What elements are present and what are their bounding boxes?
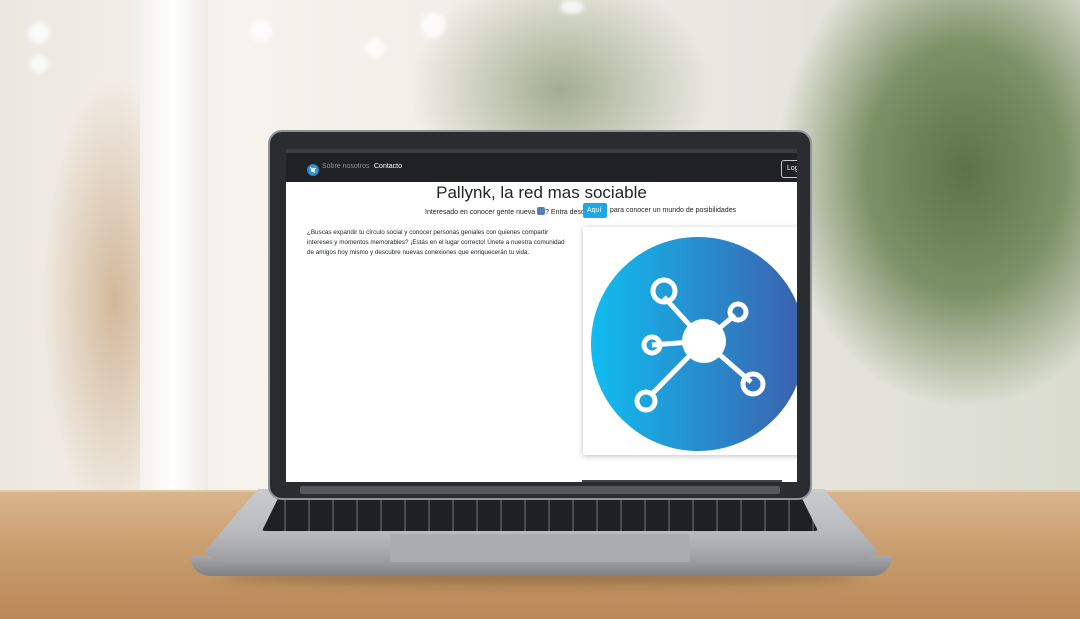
login-button[interactable]: Log — [781, 160, 797, 178]
navbar: Sobre nosotros Contacto Log — [286, 149, 797, 182]
bokeh-light — [560, 0, 584, 14]
bokeh-light — [28, 22, 50, 44]
nav-link-sobre-nosotros[interactable]: Sobre nosotros — [322, 163, 369, 170]
laptop-hinge — [300, 486, 780, 494]
bokeh-light — [250, 20, 272, 42]
laptop-screen: Sobre nosotros Contacto Log Pallynk, la … — [286, 149, 797, 482]
network-hub — [682, 319, 726, 363]
nav-link-contacto[interactable]: Contacto — [374, 163, 402, 170]
subtitle-prefix: Interesado en conocer gente nueva ? Entr… — [425, 207, 589, 216]
person-emoji-icon — [537, 207, 546, 215]
page-title: Pallynk, la red mas sociable — [436, 183, 647, 202]
aqui-button[interactable]: Aquí — [583, 203, 607, 218]
bokeh-light — [420, 12, 446, 38]
subtitle-text-before: Interesado en conocer gente nueva — [425, 209, 536, 216]
clipped-text-line — [582, 477, 797, 482]
laptop-keyboard — [262, 497, 818, 531]
intro-paragraph: ¿Buscas expandir tu círculo social y con… — [307, 229, 565, 256]
laptop-trackpad — [390, 534, 690, 562]
image-card — [583, 227, 797, 455]
network-logo-icon[interactable] — [307, 164, 319, 176]
background-pillar — [140, 0, 208, 500]
subtitle-text-after: para conocer un mundo de posibilidades — [610, 207, 737, 214]
social-network-icon — [591, 237, 797, 451]
bokeh-light — [365, 38, 385, 58]
bokeh-light — [30, 55, 48, 73]
